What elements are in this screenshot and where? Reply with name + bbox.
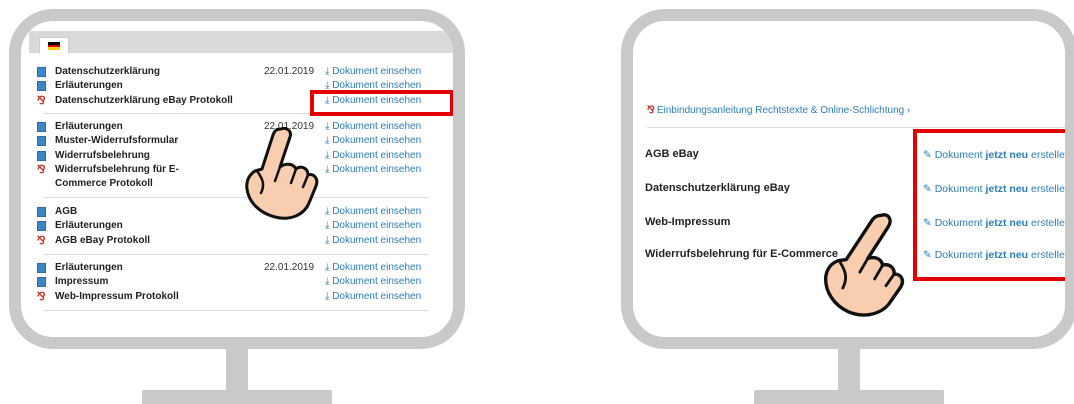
doc-icon bbox=[37, 81, 46, 92]
right-monitor: ⅋ Einbindungsanleitung Rechtstexte & Onli… bbox=[621, 9, 1074, 349]
table-row: ⅋ Widerrufsbelehrung für E- ⤓ Dokument e… bbox=[33, 163, 429, 177]
table-row: Erläuterungen 22.01.2019 ⤓ Dokument eins… bbox=[33, 261, 429, 275]
divider bbox=[43, 254, 429, 255]
row-date: 22.01.2019 bbox=[264, 262, 315, 273]
tab-german[interactable] bbox=[39, 37, 69, 54]
pdf-icon: ⅋ bbox=[37, 290, 46, 303]
doc-icon bbox=[37, 277, 46, 288]
right-screen: ⅋ Einbindungsanleitung Rechtstexte & Onli… bbox=[633, 21, 1065, 337]
document-group: AGB ⤓ Dokument einsehen Erläuterungen ⤓ … bbox=[33, 205, 429, 248]
pointing-hand-icon bbox=[824, 213, 905, 317]
view-document-link[interactable]: ⤓ Dokument einsehen bbox=[325, 290, 421, 304]
german-flag-icon bbox=[48, 42, 60, 50]
document-row-name: Web-Impressum bbox=[645, 216, 731, 228]
divider bbox=[647, 127, 1065, 128]
highlight-box bbox=[310, 90, 453, 116]
table-row: Erläuterungen ⤓ Dokument einsehen bbox=[33, 219, 429, 233]
document-row-name: AGB eBay bbox=[645, 148, 699, 160]
row-name: Commerce Protokoll bbox=[55, 178, 153, 190]
doc-icon bbox=[37, 136, 46, 147]
doc-icon bbox=[37, 150, 46, 161]
instructions-link-label: Einbindungsanleitung Rechtstexte & Onlin… bbox=[656, 105, 911, 116]
row-name: Erläuterungen bbox=[55, 262, 123, 273]
table-row: Commerce Protokoll bbox=[33, 177, 429, 191]
row-name: AGB bbox=[55, 206, 78, 217]
view-document-link[interactable]: ⤓ Dokument einsehen bbox=[325, 261, 421, 275]
row-name: Widerrufsbelehrung bbox=[55, 149, 150, 161]
view-document-link[interactable]: ⤓ Dokument einsehen bbox=[325, 134, 421, 148]
left-screen: Datenschutzerklärung 22.01.2019 ⤓ Dokume… bbox=[21, 21, 453, 337]
doc-icon bbox=[37, 221, 46, 232]
highlight-box bbox=[913, 129, 1065, 281]
doc-icon bbox=[37, 122, 46, 132]
document-row-name: Datenschutzerklärung eBay bbox=[645, 182, 790, 194]
view-document-link[interactable]: ⤓ Dokument einsehen bbox=[325, 65, 421, 79]
view-document-link[interactable]: ⤓ Dokument einsehen bbox=[325, 205, 421, 219]
row-name: Widerrufsbelehrung für E- bbox=[55, 163, 179, 175]
table-row: AGB ⤓ Dokument einsehen bbox=[33, 205, 429, 219]
table-row: Erläuterungen 22.01.2019 ⤓ Dokument eins… bbox=[33, 120, 429, 134]
pdf-icon: ⅋ bbox=[647, 105, 655, 116]
view-document-link[interactable]: ⤓ Dokument einsehen bbox=[325, 120, 421, 134]
view-document-link[interactable]: ⤓ Dokument einsehen bbox=[325, 149, 421, 163]
view-document-link[interactable]: ⤓ Dokument einsehen bbox=[325, 163, 421, 177]
monitor-base bbox=[142, 390, 332, 404]
row-date: 22.01.2019 bbox=[264, 66, 315, 77]
view-document-link[interactable]: ⤓ Dokument einsehen bbox=[325, 234, 421, 248]
view-document-link[interactable]: ⤓ Dokument einsehen bbox=[325, 275, 421, 289]
table-row: Impressum ⤓ Dokument einsehen bbox=[33, 275, 429, 289]
doc-icon bbox=[37, 67, 46, 77]
left-monitor: Datenschutzerklärung 22.01.2019 ⤓ Dokume… bbox=[9, 9, 465, 349]
table-row: Widerrufsbelehrung ⤓ Dokument einsehen bbox=[33, 149, 429, 163]
document-row-name: Widerrufsbelehrung für E-Commerce bbox=[645, 248, 839, 260]
table-row: Datenschutzerklärung 22.01.2019 ⤓ Dokume… bbox=[33, 65, 429, 79]
row-name: Datenschutzerklärung eBay Protokoll bbox=[55, 94, 233, 106]
pointing-hand-icon bbox=[245, 127, 319, 220]
row-name: Datenschutzerklärung bbox=[55, 66, 161, 77]
row-name: Erläuterungen bbox=[55, 80, 123, 92]
document-group: Erläuterungen 22.01.2019 ⤓ Dokument eins… bbox=[33, 261, 429, 304]
monitor-stand bbox=[226, 345, 248, 393]
divider bbox=[43, 310, 429, 311]
row-name: Web-Impressum Protokoll bbox=[55, 290, 179, 302]
view-document-link[interactable]: ⤓ Dokument einsehen bbox=[325, 219, 421, 233]
row-name: Erläuterungen bbox=[55, 121, 123, 132]
table-row: ⅋ AGB eBay Protokoll ⤓ Dokument einsehen bbox=[33, 234, 429, 248]
monitor-base bbox=[754, 390, 944, 404]
monitor-stand bbox=[838, 345, 860, 393]
row-name: AGB eBay Protokoll bbox=[55, 234, 151, 246]
pdf-icon: ⅋ bbox=[37, 94, 46, 107]
row-name: Impressum bbox=[55, 276, 109, 288]
instructions-link[interactable]: ⅋ Einbindungsanleitung Rechtstexte & Onli… bbox=[647, 105, 910, 116]
table-row: Muster-Widerrufsformular ⤓ Dokument eins… bbox=[33, 134, 429, 148]
row-name: Muster-Widerrufsformular bbox=[55, 135, 179, 147]
doc-icon bbox=[37, 263, 46, 273]
document-group: Erläuterungen 22.01.2019 ⤓ Dokument eins… bbox=[33, 120, 429, 191]
pdf-icon: ⅋ bbox=[37, 234, 46, 247]
tab-bar bbox=[29, 31, 453, 54]
doc-icon bbox=[37, 207, 46, 217]
table-row: ⅋ Web-Impressum Protokoll ⤓ Dokument ein… bbox=[33, 290, 429, 304]
pdf-icon: ⅋ bbox=[37, 163, 46, 176]
row-name: Erläuterungen bbox=[55, 220, 123, 232]
